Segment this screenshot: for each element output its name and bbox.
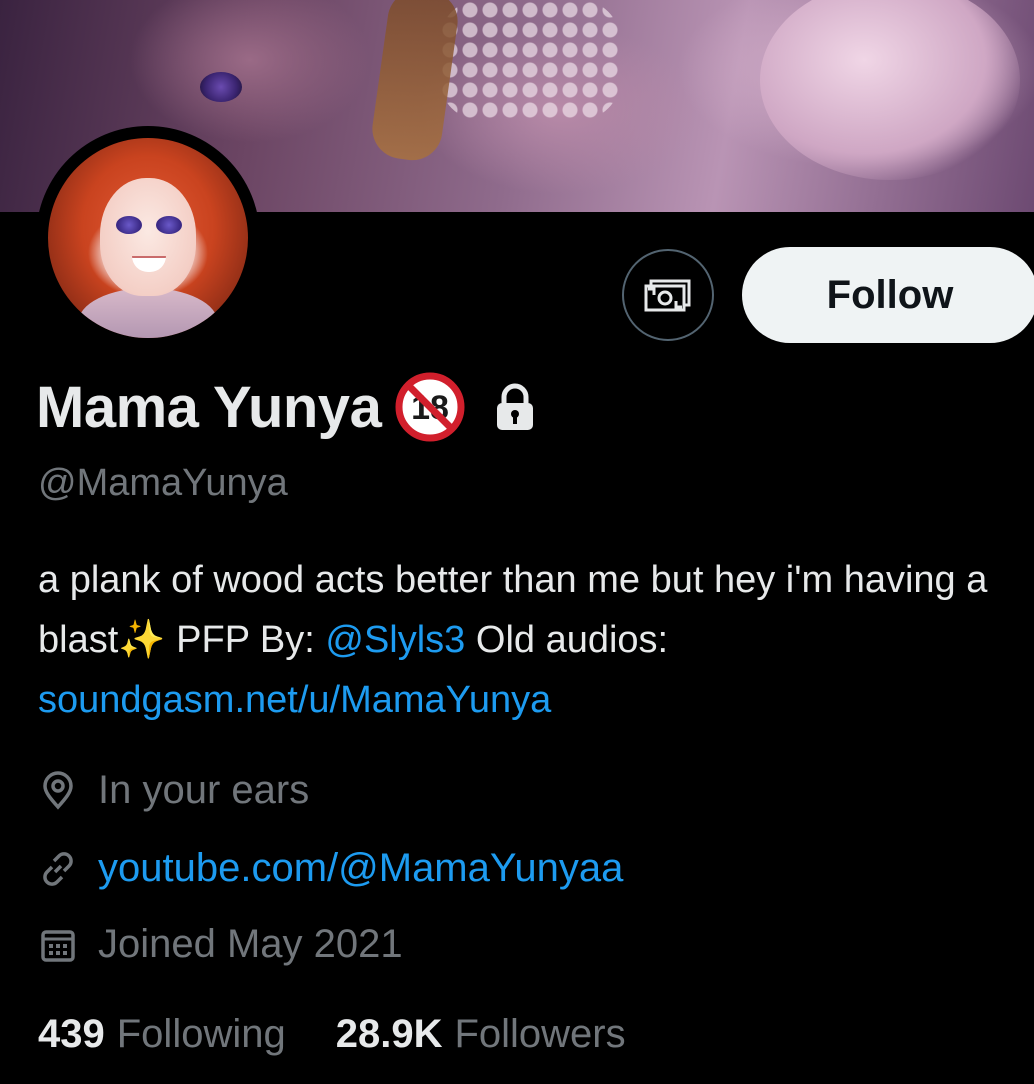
following-label: Following	[116, 1012, 286, 1056]
followers-stat[interactable]: 28.9K Followers	[336, 1012, 626, 1057]
lock-icon	[497, 383, 534, 430]
followers-label: Followers	[454, 1012, 626, 1056]
followers-count: 28.9K	[335, 1012, 443, 1056]
avatar[interactable]	[36, 126, 260, 350]
following-count: 439	[38, 1012, 105, 1056]
follow-stats: 439 Following 28.9K Followers	[38, 1012, 626, 1057]
link-icon	[43, 851, 73, 886]
profile-bio: a plank of wood acts better than me but …	[38, 550, 1028, 730]
avatar-art-eye-left	[116, 216, 142, 234]
calendar-icon	[41, 929, 75, 962]
follow-button-label: Follow	[826, 272, 954, 317]
banner-art-eye	[200, 72, 242, 102]
banner-art-beads	[440, 0, 620, 120]
name-row: Mama Yunya 18	[36, 372, 537, 442]
joined-date: Joined May 2021	[98, 922, 403, 966]
follow-button[interactable]: Follow	[742, 247, 1034, 343]
location-pin-icon	[43, 770, 73, 810]
location-row: In your ears	[38, 768, 309, 813]
banner-art-hair	[368, 0, 462, 165]
tip-button[interactable]	[622, 249, 714, 341]
avatar-art-face	[100, 178, 196, 296]
location-text: In your ears	[98, 768, 310, 812]
profile-page: Follow Mama Yunya 18 @MamaYunya a plank …	[0, 0, 1034, 1084]
money-icon	[644, 279, 691, 312]
website-row: youtube.com/@MamaYunyaa	[38, 846, 623, 891]
avatar-art-eye-right	[156, 216, 182, 234]
banner-art-hand	[760, 0, 1020, 180]
display-name: Mama Yunya	[36, 374, 382, 440]
website-link[interactable]: youtube.com/@MamaYunyaa	[98, 846, 623, 891]
joined-row: Joined May 2021	[38, 922, 403, 967]
bio-mention-link[interactable]: @Slyls3	[325, 619, 465, 661]
bio-text-2: Old audios:	[465, 619, 669, 661]
bio-url-link[interactable]: soundgasm.net/u/MamaYunya	[38, 679, 551, 721]
no-one-under-18-icon: 18	[395, 372, 465, 442]
avatar-image	[48, 138, 248, 338]
user-handle: @MamaYunya	[38, 462, 288, 504]
following-stat[interactable]: 439 Following	[38, 1012, 286, 1057]
